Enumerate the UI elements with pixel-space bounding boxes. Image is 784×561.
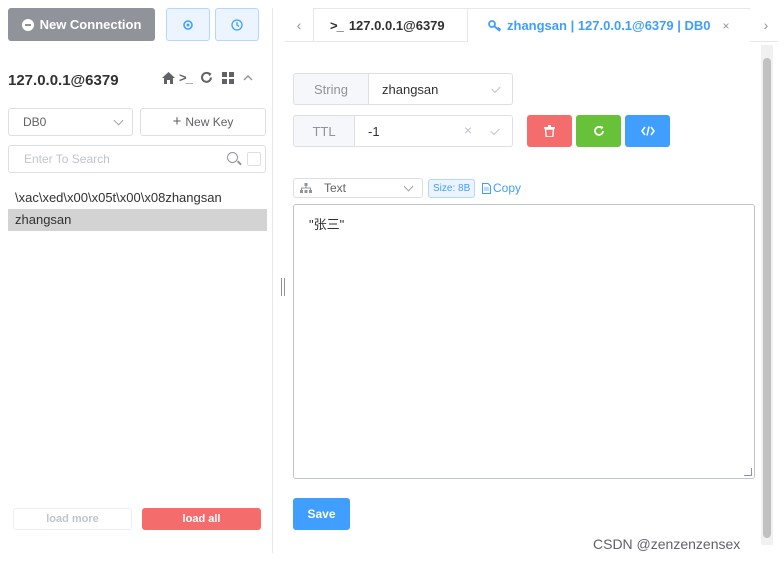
exact-match-checkbox[interactable]	[247, 152, 261, 166]
ttl-label: TTL	[293, 115, 355, 147]
value-editor[interactable]: "张三"	[293, 204, 755, 479]
new-key-button[interactable]: + New Key	[140, 108, 266, 136]
format-select[interactable]: Text	[293, 178, 423, 198]
settings-button[interactable]	[166, 8, 210, 41]
size-badge: Size: 8B	[428, 179, 476, 198]
tab-key-detail[interactable]: zhangsan | 127.0.0.1@6379 | DB0 ×	[468, 8, 750, 42]
save-button[interactable]: Save	[293, 498, 350, 530]
new-connection-button[interactable]: New Connection	[8, 8, 155, 41]
search-placeholder: Enter To Search	[24, 152, 110, 166]
watermark: CSDN @zenzenzensex	[593, 536, 741, 552]
grid-icon[interactable]	[221, 71, 234, 84]
chevron-down-icon	[403, 181, 414, 192]
refresh-key-button[interactable]	[576, 115, 621, 147]
refresh-icon	[593, 125, 604, 136]
plus-icon: +	[172, 113, 182, 130]
minus-circle-icon	[21, 18, 34, 31]
history-button[interactable]	[215, 8, 259, 41]
key-name-input[interactable]: zhangsan	[368, 73, 513, 105]
ttl-input[interactable]: -1 ×	[354, 115, 513, 147]
confirm-rename-icon[interactable]	[491, 83, 501, 94]
load-more-button[interactable]: load more	[13, 508, 132, 530]
home-icon[interactable]	[161, 71, 176, 85]
load-all-button[interactable]: load all	[142, 508, 261, 530]
connection-title[interactable]: 127.0.0.1@6379	[8, 72, 119, 89]
resize-handle[interactable]	[281, 278, 285, 296]
db-select[interactable]: DB0	[8, 108, 133, 136]
key-list-item[interactable]: \xac\xed\x00\x05t\x00\x08zhangsan	[8, 187, 267, 209]
key-type-label: String	[293, 73, 369, 105]
close-icon[interactable]: ×	[723, 19, 730, 33]
tab-scroll-right-icon[interactable]: ›	[758, 8, 774, 42]
scrollbar-thumb[interactable]	[763, 58, 771, 538]
format-select-value: Text	[324, 181, 347, 195]
chevron-down-icon	[113, 115, 124, 126]
panel-divider	[272, 8, 273, 553]
ttl-value: -1	[368, 123, 380, 139]
resize-grip-icon[interactable]	[744, 468, 752, 476]
chevron-up-icon[interactable]	[243, 74, 253, 82]
confirm-ttl-icon[interactable]	[490, 125, 500, 136]
clear-ttl-icon[interactable]: ×	[464, 122, 472, 138]
terminal-icon[interactable]: >_	[179, 70, 193, 85]
search-icon[interactable]	[227, 152, 238, 163]
key-list-item-selected[interactable]: zhangsan	[8, 209, 267, 231]
code-icon	[640, 126, 655, 136]
document-icon	[482, 182, 491, 194]
refresh-icon[interactable]	[200, 71, 213, 84]
new-connection-label: New Connection	[39, 17, 142, 32]
gear-icon	[183, 19, 193, 30]
tab-connection[interactable]: >_ 127.0.0.1@6379	[313, 8, 468, 42]
key-icon	[488, 19, 502, 32]
tab-scroll-left-icon[interactable]: ‹	[291, 8, 307, 42]
db-select-value: DB0	[23, 115, 47, 129]
search-input[interactable]: Enter To Search	[8, 145, 266, 173]
key-name-value: zhangsan	[382, 81, 439, 97]
delete-key-button[interactable]	[527, 115, 572, 147]
copy-button[interactable]: Copy	[482, 181, 521, 195]
clock-icon	[231, 18, 243, 31]
trash-icon	[544, 125, 555, 137]
sitemap-icon	[300, 183, 312, 193]
copy-label: Copy	[493, 181, 522, 195]
value-text: "张三"	[309, 217, 345, 232]
dump-command-button[interactable]	[625, 115, 670, 147]
tab-key-label: zhangsan | 127.0.0.1@6379 | DB0	[507, 18, 711, 33]
connection-actions: >_	[161, 70, 253, 85]
terminal-icon: >_	[330, 18, 344, 33]
new-key-label: New Key	[185, 115, 234, 129]
tab-connection-label: 127.0.0.1@6379	[348, 18, 445, 33]
